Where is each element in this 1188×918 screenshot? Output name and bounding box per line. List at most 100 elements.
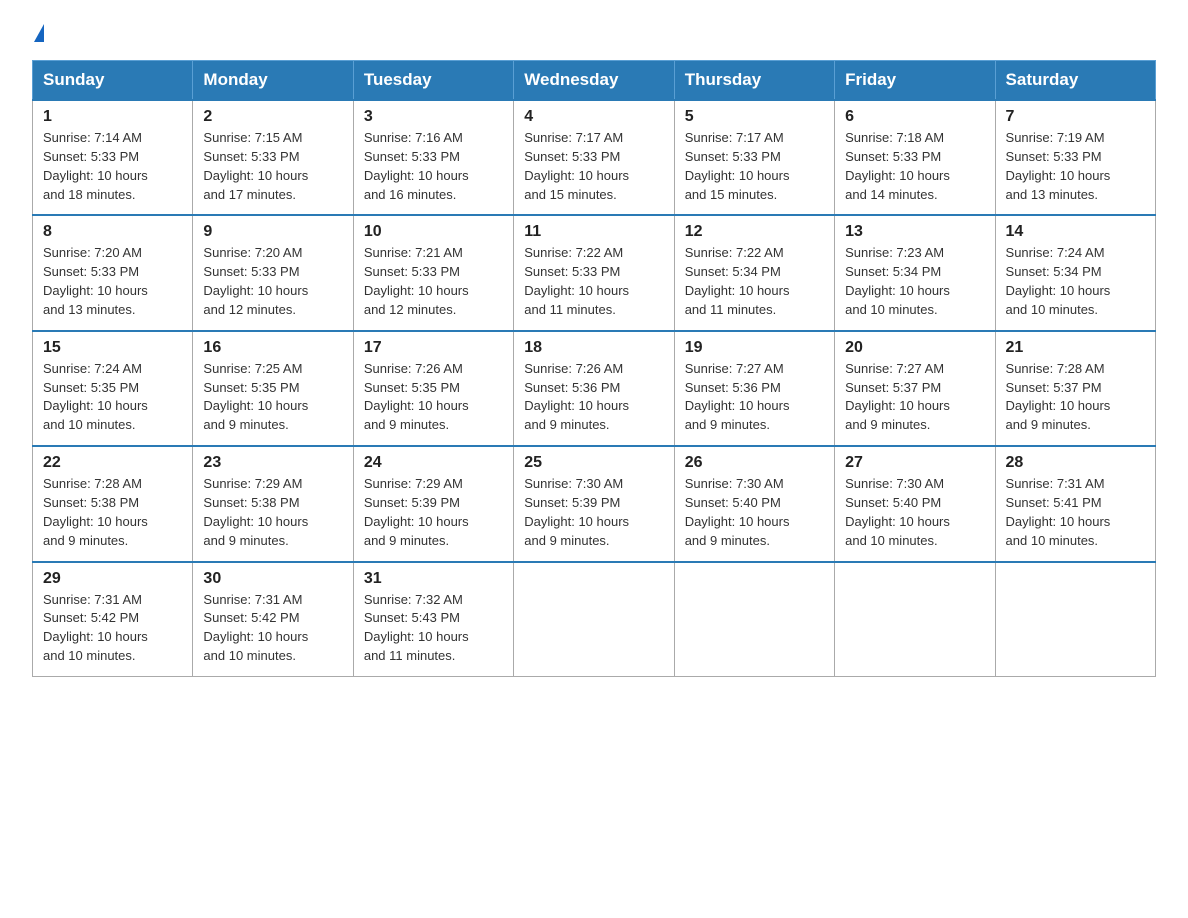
day-number: 5: [685, 108, 824, 126]
day-info: Sunrise: 7:22 AMSunset: 5:33 PMDaylight:…: [524, 245, 629, 317]
day-number: 12: [685, 223, 824, 241]
calendar-day-cell: 10 Sunrise: 7:21 AMSunset: 5:33 PMDaylig…: [353, 215, 513, 330]
calendar-day-cell: 28 Sunrise: 7:31 AMSunset: 5:41 PMDaylig…: [995, 446, 1155, 561]
day-number: 13: [845, 223, 984, 241]
day-number: 27: [845, 454, 984, 472]
day-of-week-header: Tuesday: [353, 61, 513, 101]
day-number: 20: [845, 339, 984, 357]
day-number: 23: [203, 454, 342, 472]
day-info: Sunrise: 7:28 AMSunset: 5:38 PMDaylight:…: [43, 476, 148, 548]
calendar-day-cell: 14 Sunrise: 7:24 AMSunset: 5:34 PMDaylig…: [995, 215, 1155, 330]
day-info: Sunrise: 7:17 AMSunset: 5:33 PMDaylight:…: [685, 130, 790, 202]
calendar-day-cell: 30 Sunrise: 7:31 AMSunset: 5:42 PMDaylig…: [193, 562, 353, 677]
day-number: 18: [524, 339, 663, 357]
logo-triangle-icon: [34, 24, 44, 42]
day-number: 11: [524, 223, 663, 241]
logo: [32, 24, 44, 42]
day-info: Sunrise: 7:28 AMSunset: 5:37 PMDaylight:…: [1006, 361, 1111, 433]
day-of-week-header: Monday: [193, 61, 353, 101]
day-number: 19: [685, 339, 824, 357]
calendar-day-cell: 9 Sunrise: 7:20 AMSunset: 5:33 PMDayligh…: [193, 215, 353, 330]
day-info: Sunrise: 7:26 AMSunset: 5:36 PMDaylight:…: [524, 361, 629, 433]
day-number: 15: [43, 339, 182, 357]
day-of-week-header: Friday: [835, 61, 995, 101]
day-number: 7: [1006, 108, 1145, 126]
day-info: Sunrise: 7:31 AMSunset: 5:42 PMDaylight:…: [203, 592, 308, 664]
day-info: Sunrise: 7:25 AMSunset: 5:35 PMDaylight:…: [203, 361, 308, 433]
day-number: 26: [685, 454, 824, 472]
day-number: 24: [364, 454, 503, 472]
day-info: Sunrise: 7:24 AMSunset: 5:34 PMDaylight:…: [1006, 245, 1111, 317]
day-number: 4: [524, 108, 663, 126]
calendar-day-cell: 24 Sunrise: 7:29 AMSunset: 5:39 PMDaylig…: [353, 446, 513, 561]
day-number: 9: [203, 223, 342, 241]
calendar-day-cell: 19 Sunrise: 7:27 AMSunset: 5:36 PMDaylig…: [674, 331, 834, 446]
calendar-day-cell: 1 Sunrise: 7:14 AMSunset: 5:33 PMDayligh…: [33, 100, 193, 215]
calendar-day-cell: 17 Sunrise: 7:26 AMSunset: 5:35 PMDaylig…: [353, 331, 513, 446]
calendar-day-cell: 13 Sunrise: 7:23 AMSunset: 5:34 PMDaylig…: [835, 215, 995, 330]
calendar-day-cell: 2 Sunrise: 7:15 AMSunset: 5:33 PMDayligh…: [193, 100, 353, 215]
day-info: Sunrise: 7:15 AMSunset: 5:33 PMDaylight:…: [203, 130, 308, 202]
calendar-week-row: 1 Sunrise: 7:14 AMSunset: 5:33 PMDayligh…: [33, 100, 1156, 215]
calendar-week-row: 8 Sunrise: 7:20 AMSunset: 5:33 PMDayligh…: [33, 215, 1156, 330]
day-info: Sunrise: 7:32 AMSunset: 5:43 PMDaylight:…: [364, 592, 469, 664]
day-info: Sunrise: 7:20 AMSunset: 5:33 PMDaylight:…: [203, 245, 308, 317]
day-of-week-header: Sunday: [33, 61, 193, 101]
day-number: 28: [1006, 454, 1145, 472]
day-info: Sunrise: 7:27 AMSunset: 5:36 PMDaylight:…: [685, 361, 790, 433]
day-number: 3: [364, 108, 503, 126]
calendar-day-cell: 15 Sunrise: 7:24 AMSunset: 5:35 PMDaylig…: [33, 331, 193, 446]
calendar-week-row: 15 Sunrise: 7:24 AMSunset: 5:35 PMDaylig…: [33, 331, 1156, 446]
calendar-day-cell: 25 Sunrise: 7:30 AMSunset: 5:39 PMDaylig…: [514, 446, 674, 561]
calendar-day-cell: 26 Sunrise: 7:30 AMSunset: 5:40 PMDaylig…: [674, 446, 834, 561]
page-header: [32, 24, 1156, 42]
day-info: Sunrise: 7:21 AMSunset: 5:33 PMDaylight:…: [364, 245, 469, 317]
day-info: Sunrise: 7:23 AMSunset: 5:34 PMDaylight:…: [845, 245, 950, 317]
calendar-day-cell: 20 Sunrise: 7:27 AMSunset: 5:37 PMDaylig…: [835, 331, 995, 446]
day-info: Sunrise: 7:16 AMSunset: 5:33 PMDaylight:…: [364, 130, 469, 202]
day-number: 31: [364, 570, 503, 588]
calendar-day-cell: 22 Sunrise: 7:28 AMSunset: 5:38 PMDaylig…: [33, 446, 193, 561]
day-of-week-header: Wednesday: [514, 61, 674, 101]
day-of-week-header: Saturday: [995, 61, 1155, 101]
calendar-day-cell: [995, 562, 1155, 677]
day-info: Sunrise: 7:20 AMSunset: 5:33 PMDaylight:…: [43, 245, 148, 317]
calendar-table: SundayMondayTuesdayWednesdayThursdayFrid…: [32, 60, 1156, 677]
calendar-day-cell: 18 Sunrise: 7:26 AMSunset: 5:36 PMDaylig…: [514, 331, 674, 446]
calendar-day-cell: 11 Sunrise: 7:22 AMSunset: 5:33 PMDaylig…: [514, 215, 674, 330]
day-number: 16: [203, 339, 342, 357]
calendar-week-row: 29 Sunrise: 7:31 AMSunset: 5:42 PMDaylig…: [33, 562, 1156, 677]
calendar-day-cell: 16 Sunrise: 7:25 AMSunset: 5:35 PMDaylig…: [193, 331, 353, 446]
day-info: Sunrise: 7:18 AMSunset: 5:33 PMDaylight:…: [845, 130, 950, 202]
day-number: 17: [364, 339, 503, 357]
calendar-day-cell: [514, 562, 674, 677]
calendar-day-cell: 6 Sunrise: 7:18 AMSunset: 5:33 PMDayligh…: [835, 100, 995, 215]
day-number: 21: [1006, 339, 1145, 357]
day-info: Sunrise: 7:24 AMSunset: 5:35 PMDaylight:…: [43, 361, 148, 433]
calendar-day-cell: 7 Sunrise: 7:19 AMSunset: 5:33 PMDayligh…: [995, 100, 1155, 215]
day-info: Sunrise: 7:29 AMSunset: 5:38 PMDaylight:…: [203, 476, 308, 548]
calendar-day-cell: 8 Sunrise: 7:20 AMSunset: 5:33 PMDayligh…: [33, 215, 193, 330]
calendar-day-cell: 29 Sunrise: 7:31 AMSunset: 5:42 PMDaylig…: [33, 562, 193, 677]
day-info: Sunrise: 7:22 AMSunset: 5:34 PMDaylight:…: [685, 245, 790, 317]
calendar-header-row: SundayMondayTuesdayWednesdayThursdayFrid…: [33, 61, 1156, 101]
day-number: 10: [364, 223, 503, 241]
day-number: 6: [845, 108, 984, 126]
day-of-week-header: Thursday: [674, 61, 834, 101]
day-info: Sunrise: 7:30 AMSunset: 5:39 PMDaylight:…: [524, 476, 629, 548]
calendar-day-cell: 31 Sunrise: 7:32 AMSunset: 5:43 PMDaylig…: [353, 562, 513, 677]
calendar-day-cell: [674, 562, 834, 677]
day-info: Sunrise: 7:31 AMSunset: 5:41 PMDaylight:…: [1006, 476, 1111, 548]
calendar-week-row: 22 Sunrise: 7:28 AMSunset: 5:38 PMDaylig…: [33, 446, 1156, 561]
day-number: 1: [43, 108, 182, 126]
calendar-day-cell: 23 Sunrise: 7:29 AMSunset: 5:38 PMDaylig…: [193, 446, 353, 561]
day-info: Sunrise: 7:27 AMSunset: 5:37 PMDaylight:…: [845, 361, 950, 433]
day-info: Sunrise: 7:26 AMSunset: 5:35 PMDaylight:…: [364, 361, 469, 433]
day-info: Sunrise: 7:14 AMSunset: 5:33 PMDaylight:…: [43, 130, 148, 202]
calendar-day-cell: 3 Sunrise: 7:16 AMSunset: 5:33 PMDayligh…: [353, 100, 513, 215]
calendar-day-cell: 21 Sunrise: 7:28 AMSunset: 5:37 PMDaylig…: [995, 331, 1155, 446]
calendar-day-cell: [835, 562, 995, 677]
day-number: 22: [43, 454, 182, 472]
calendar-day-cell: 5 Sunrise: 7:17 AMSunset: 5:33 PMDayligh…: [674, 100, 834, 215]
day-number: 8: [43, 223, 182, 241]
